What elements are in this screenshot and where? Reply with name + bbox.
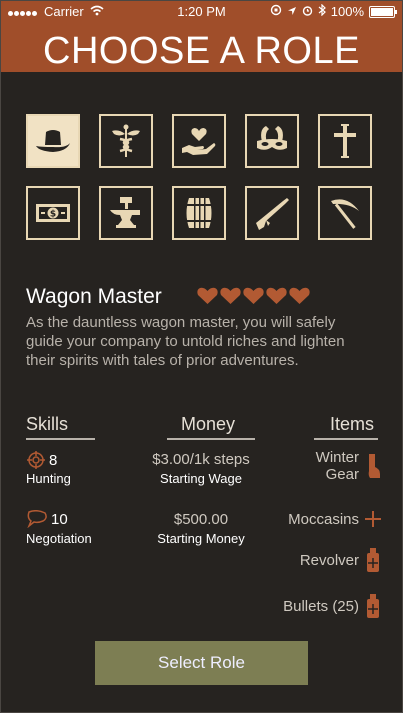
- role-description: As the dauntless wagon master, you will …: [26, 314, 345, 369]
- skill-hunting-label: Hunting: [26, 471, 71, 486]
- skill-value-text: 10: [51, 510, 68, 528]
- starting-money-value: $500.00: [173, 511, 229, 528]
- items-divider: [314, 438, 378, 440]
- medicine-bottle-icon: [367, 594, 379, 618]
- speech-bubble-icon: [27, 510, 47, 528]
- heart-icon: [243, 287, 264, 304]
- page-title: CHOOSE A ROLE: [43, 30, 360, 72]
- caduceus-icon: [112, 124, 140, 157]
- role-tile-outlaw[interactable]: [245, 114, 299, 168]
- pickaxe-icon: [331, 199, 359, 229]
- status-bar: Carrier 1:20 PM 100%: [0, 0, 403, 22]
- plus-icon: [365, 511, 381, 527]
- item-moccasins: Moccasins: [288, 506, 381, 532]
- battery-percent: 100%: [330, 4, 364, 19]
- role-tile-blacksmith[interactable]: [99, 186, 153, 240]
- starting-wage-value: $3.00/1k steps: [152, 451, 250, 468]
- skill-negotiation-label: Negotiation: [26, 531, 92, 546]
- money-bill-icon: $: [36, 204, 70, 222]
- cowboy-hat-icon: [36, 130, 70, 152]
- skills-divider: [26, 438, 95, 440]
- role-tile-wagon-master[interactable]: [26, 114, 80, 168]
- item-label: Revolver: [299, 551, 359, 569]
- item-label: Bullets (25): [283, 597, 359, 615]
- item-winter-gear: Winter Gear: [316, 449, 381, 483]
- skills-heading: Skills: [26, 414, 69, 434]
- starting-wage-label: Starting Wage: [160, 471, 242, 486]
- select-role-button[interactable]: Select Role: [95, 641, 308, 685]
- anvil-hammer-icon: [110, 197, 140, 228]
- heart-icon: [289, 287, 310, 304]
- heart-in-hand-icon: [182, 128, 216, 155]
- item-label: Moccasins: [288, 510, 359, 528]
- money-heading: Money: [181, 414, 236, 434]
- role-tile-hunter[interactable]: [245, 186, 299, 240]
- money-divider: [167, 438, 255, 440]
- medicine-bottle-icon: [367, 548, 379, 572]
- starting-money-label: Starting Money: [157, 531, 245, 546]
- location-icon: [287, 4, 297, 19]
- alarm-icon: [302, 4, 313, 19]
- heart-icon: [266, 287, 287, 304]
- item-bullets: Bullets (25): [283, 593, 381, 619]
- cross-icon: [334, 124, 356, 158]
- orientation-lock-icon: [270, 4, 282, 19]
- skill-hunting-value: 8: [26, 451, 57, 469]
- role-rating: [197, 287, 310, 305]
- role-tile-merchant[interactable]: [172, 186, 226, 240]
- items-heading: Items: [330, 414, 375, 434]
- svg-text:$: $: [50, 210, 56, 220]
- bluetooth-icon: [318, 3, 326, 19]
- horseshoe-mask-icon: [257, 126, 287, 150]
- skill-value-text: 8: [49, 451, 58, 469]
- role-tile-preacher[interactable]: [318, 114, 372, 168]
- header: Carrier 1:20 PM 100% CHOOSE A ROLE: [0, 0, 403, 72]
- heart-icon: [220, 287, 241, 304]
- item-revolver: Revolver: [300, 547, 381, 573]
- battery-icon: [369, 5, 397, 18]
- heart-icon: [197, 287, 218, 304]
- barrel-icon: [186, 198, 212, 228]
- crosshair-icon: [27, 451, 45, 469]
- role-name: Wagon Master: [26, 285, 162, 308]
- skill-negotiation-value: 10: [26, 510, 68, 528]
- role-tile-prospector[interactable]: [318, 186, 372, 240]
- rifle-icon: [256, 198, 289, 230]
- role-tile-banker[interactable]: $: [26, 186, 80, 240]
- boot-icon: [368, 454, 380, 478]
- role-tile-doctor[interactable]: [99, 114, 153, 168]
- item-label: Winter Gear: [315, 449, 359, 483]
- role-tile-caregiver[interactable]: [172, 114, 226, 168]
